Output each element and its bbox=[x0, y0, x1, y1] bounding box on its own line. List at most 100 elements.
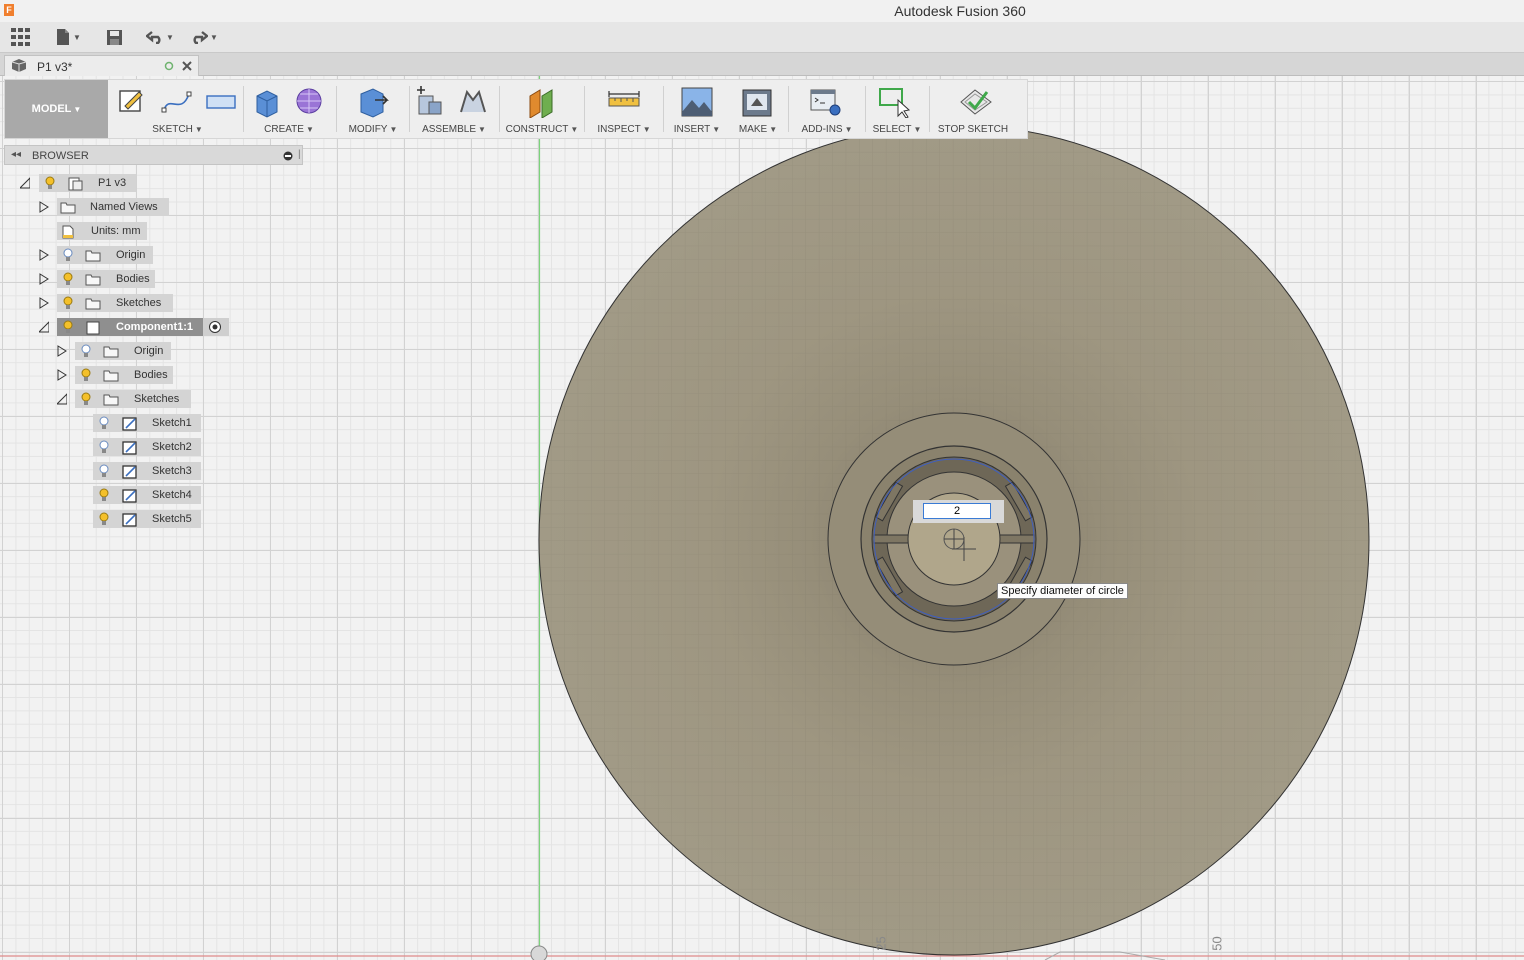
toolbar-separator bbox=[788, 86, 789, 132]
document-tab[interactable]: P1 v3* bbox=[4, 55, 199, 76]
lightbulb-on-icon[interactable] bbox=[99, 512, 109, 526]
expand-triangle-icon[interactable] bbox=[57, 342, 67, 360]
sketch-icon bbox=[122, 489, 137, 503]
undo-button[interactable]: ▼ bbox=[146, 27, 174, 47]
panel-grip-icon[interactable]: | bbox=[298, 149, 301, 160]
tree-label: Origin bbox=[134, 345, 164, 357]
lightbulb-on-icon[interactable] bbox=[81, 368, 91, 382]
lightbulb-on-icon[interactable] bbox=[99, 488, 109, 502]
workspace-switcher[interactable]: MODEL ▼ bbox=[5, 80, 108, 138]
insert-group[interactable]: INSERT ▼ bbox=[667, 80, 727, 138]
sketch-icon bbox=[122, 513, 137, 527]
tree-item-origin[interactable]: Origin bbox=[0, 246, 300, 264]
browser-toggle-icon[interactable] bbox=[283, 151, 293, 161]
select-group[interactable]: SELECT ▼ bbox=[868, 80, 926, 138]
make-group[interactable]: MAKE ▼ bbox=[731, 80, 785, 138]
tree-item-sketches[interactable]: Sketches bbox=[0, 390, 300, 408]
tree-label: P1 v3 bbox=[98, 177, 127, 189]
stop-sketch-button[interactable]: STOP SKETCH bbox=[933, 80, 1013, 138]
lightbulb-on-icon[interactable] bbox=[45, 176, 55, 190]
lightbulb-on-icon[interactable] bbox=[63, 296, 73, 310]
collapse-triangle-icon[interactable] bbox=[20, 174, 30, 192]
document-tab-label: P1 v3* bbox=[37, 60, 73, 74]
add-ins-group-label: ADD-INS bbox=[801, 124, 843, 135]
tree-label: Bodies bbox=[116, 273, 150, 285]
tree-item-origin[interactable]: Origin bbox=[0, 342, 300, 360]
tree-item-bodies[interactable]: Bodies bbox=[0, 270, 300, 288]
tree-item-sketch[interactable]: Sketch3 bbox=[0, 462, 300, 480]
collapse-browser-icon[interactable]: ◂◂ bbox=[11, 149, 21, 160]
lightbulb-on-icon[interactable] bbox=[63, 320, 73, 334]
tree-item-component[interactable]: Component1:1 bbox=[0, 318, 300, 336]
tree-label: Named Views bbox=[90, 201, 158, 213]
toolbar-separator bbox=[865, 86, 866, 132]
lightbulb-on-icon[interactable] bbox=[81, 392, 91, 406]
inspect-group[interactable]: INSPECT ▼ bbox=[587, 80, 661, 138]
tree-item-sketch[interactable]: Sketch5 bbox=[0, 510, 300, 528]
folder-icon bbox=[103, 370, 119, 382]
measure-icon bbox=[608, 91, 640, 107]
tree-root[interactable]: P1 v3 bbox=[0, 174, 300, 192]
folder-icon bbox=[85, 298, 101, 310]
tree-item-units[interactable]: Units: mm bbox=[0, 222, 300, 240]
folder-icon bbox=[60, 202, 76, 214]
offset-plane-icon bbox=[529, 89, 553, 118]
tree-label: Origin bbox=[116, 249, 146, 261]
insert-canvas-icon bbox=[681, 87, 713, 117]
create-group[interactable]: CREATE ▼ bbox=[247, 80, 331, 138]
extrude-icon bbox=[256, 90, 278, 118]
axis-label-25: 25 bbox=[873, 936, 889, 951]
construct-group-label: CONSTRUCT bbox=[505, 124, 569, 135]
add-ins-group[interactable]: ADD-INS ▼ bbox=[791, 80, 863, 138]
assemble-group[interactable]: ASSEMBLE ▼ bbox=[411, 80, 497, 138]
tree-item-sketch[interactable]: Sketch1 bbox=[0, 414, 300, 432]
save-button[interactable] bbox=[106, 27, 123, 47]
tree-item-sketch[interactable]: Sketch2 bbox=[0, 438, 300, 456]
3d-print-icon bbox=[742, 89, 772, 117]
file-menu-button[interactable]: ▼ bbox=[55, 27, 81, 47]
sketch-icon bbox=[122, 465, 137, 479]
tree-label: Sketches bbox=[116, 297, 162, 309]
select-icon bbox=[879, 88, 911, 118]
expand-triangle-icon[interactable] bbox=[39, 198, 49, 216]
lightbulb-off-icon[interactable] bbox=[81, 344, 91, 358]
quick-access-toolbar: ▼ ▼ ▼ bbox=[0, 22, 1524, 53]
construct-group[interactable]: CONSTRUCT ▼ bbox=[502, 80, 582, 138]
browser-panel-header: ◂◂ BROWSER | bbox=[4, 145, 303, 165]
lightbulb-off-icon[interactable] bbox=[99, 440, 109, 454]
lightbulb-off-icon[interactable] bbox=[63, 248, 73, 262]
redo-button[interactable]: ▼ bbox=[190, 27, 218, 47]
diameter-input[interactable] bbox=[923, 503, 991, 519]
expand-triangle-icon[interactable] bbox=[39, 294, 49, 312]
app-grid-icon[interactable] bbox=[11, 27, 31, 47]
tree-label: Units: mm bbox=[91, 225, 141, 237]
modify-group[interactable]: MODIFY ▼ bbox=[339, 80, 407, 138]
create-sketch-icon bbox=[119, 90, 143, 112]
modify-group-label: MODIFY bbox=[348, 124, 388, 135]
collapse-triangle-icon[interactable] bbox=[39, 318, 49, 336]
sketch-group[interactable]: SKETCH ▼ bbox=[113, 80, 242, 138]
expand-triangle-icon[interactable] bbox=[39, 246, 49, 264]
sketch-icon bbox=[122, 441, 137, 455]
tree-item-named-views[interactable]: Named Views bbox=[0, 198, 300, 216]
close-tab-icon[interactable] bbox=[182, 61, 192, 71]
tree-label: Sketch1 bbox=[152, 417, 192, 429]
tree-item-sketch[interactable]: Sketch4 bbox=[0, 486, 300, 504]
activate-radio-icon[interactable] bbox=[208, 320, 222, 334]
folder-icon bbox=[103, 394, 119, 406]
workspace-label: MODEL bbox=[31, 103, 72, 115]
tree-item-sketches[interactable]: Sketches bbox=[0, 294, 300, 312]
collapse-triangle-icon[interactable] bbox=[57, 390, 67, 408]
lightbulb-off-icon[interactable] bbox=[99, 464, 109, 478]
lightbulb-off-icon[interactable] bbox=[99, 416, 109, 430]
stop-sketch-label: STOP SKETCH bbox=[937, 124, 1009, 135]
create-group-label: CREATE bbox=[264, 124, 304, 135]
undo-icon bbox=[146, 31, 161, 44]
tree-item-bodies[interactable]: Bodies bbox=[0, 366, 300, 384]
toolbar-separator bbox=[663, 86, 664, 132]
lightbulb-on-icon[interactable] bbox=[63, 272, 73, 286]
folder-icon bbox=[85, 250, 101, 262]
expand-triangle-icon[interactable] bbox=[57, 366, 67, 384]
expand-triangle-icon[interactable] bbox=[39, 270, 49, 288]
new-component-icon bbox=[417, 86, 442, 115]
